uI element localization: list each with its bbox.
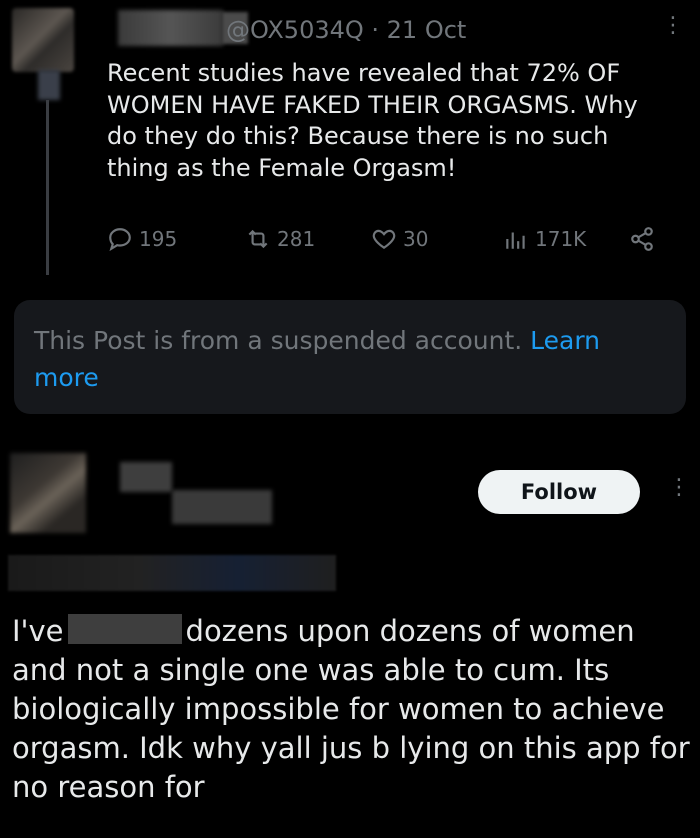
handle-and-date[interactable]: @OX5034Q · 21 Oct (226, 16, 466, 44)
reply-icon (109, 228, 131, 252)
thread-line (46, 100, 49, 275)
blurred-display-name (118, 10, 223, 46)
retweet-icon (248, 229, 268, 249)
more-options-icon[interactable]: ⋮ (668, 477, 690, 499)
share-button[interactable] (629, 226, 655, 252)
reply-button[interactable]: 195 (107, 226, 177, 252)
reply-count: 195 (139, 227, 178, 251)
redaction-bar (67, 614, 182, 644)
tweet-text: Recent studies have revealed that 72% OF… (107, 59, 638, 182)
share-icon (631, 227, 653, 251)
blurred-display-name (120, 462, 172, 492)
like-button[interactable]: 30 (371, 226, 428, 252)
like-count: 30 (403, 227, 429, 251)
avatar[interactable] (12, 8, 74, 72)
suspended-notice-message: This Post is from a suspended account. (34, 326, 523, 355)
view-count: 171K (535, 227, 587, 251)
reply-text: I've dozens upon dozens of women and not … (12, 612, 692, 807)
views-icon (506, 232, 525, 249)
retweet-button[interactable]: 281 (245, 226, 315, 252)
more-options-icon[interactable]: ⋮ (662, 15, 684, 37)
reply-text-prefix: I've (12, 614, 64, 648)
avatar[interactable] (10, 453, 86, 533)
follow-button[interactable]: Follow (478, 470, 640, 514)
suspended-notice-text: This Post is from a suspended account. L… (34, 322, 634, 396)
avatar-blur-fragment (38, 70, 60, 100)
views-button[interactable]: 171K (503, 226, 586, 252)
blurred-handle (8, 555, 336, 591)
heart-icon (372, 229, 396, 249)
blurred-display-name-fragment (172, 490, 272, 524)
tweet-actions: 195 281 30 171K (107, 226, 667, 258)
retweet-count: 281 (277, 227, 316, 251)
